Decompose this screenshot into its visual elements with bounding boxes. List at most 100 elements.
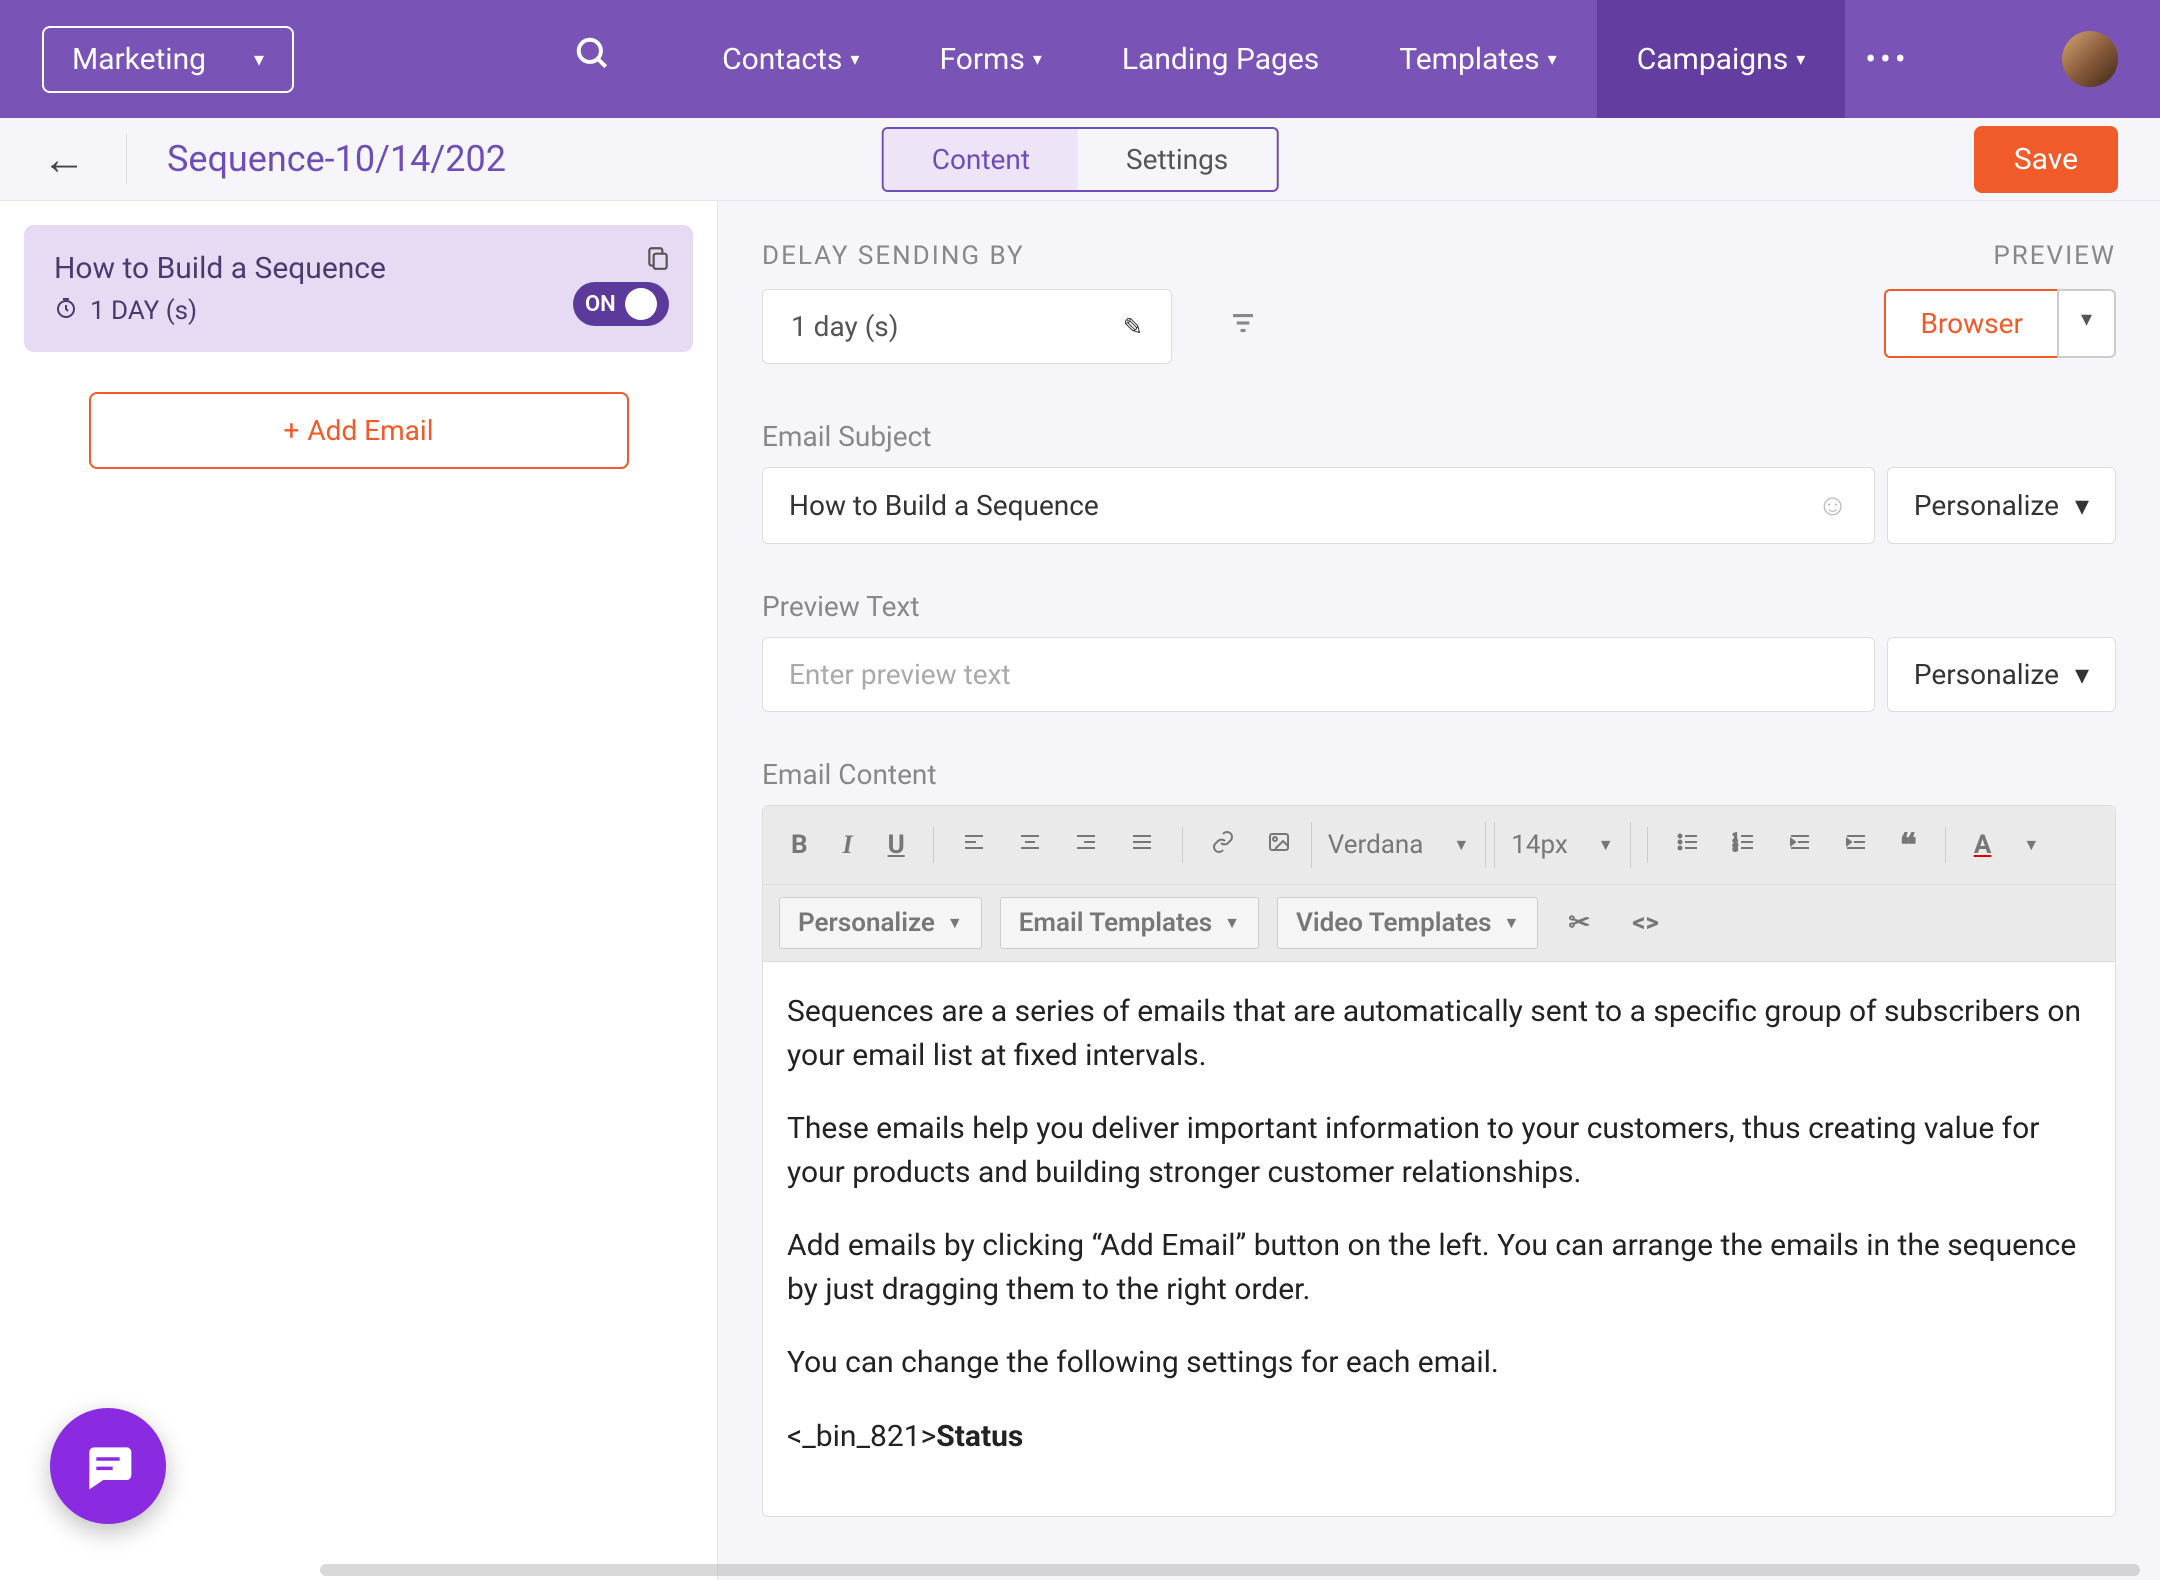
text-color-button[interactable]: A <box>1962 822 2003 868</box>
video-templates-dropdown[interactable]: Video Templates▼ <box>1277 897 1538 949</box>
clock-icon <box>54 296 78 326</box>
nav-templates[interactable]: Templates▾ <box>1359 0 1596 118</box>
align-left-button[interactable] <box>950 822 998 869</box>
paragraph: Sequences are a series of emails that ar… <box>787 990 2091 1077</box>
subject-input[interactable]: How to Build a Sequence ☺ <box>762 467 1875 544</box>
back-arrow-icon[interactable]: ← <box>42 134 127 184</box>
personalize-dropdown[interactable]: Personalize ▾ <box>1887 637 2116 712</box>
copy-icon[interactable] <box>645 243 671 280</box>
personalize-dropdown[interactable]: Personalize ▾ <box>1887 467 2116 544</box>
underline-button[interactable]: U <box>876 822 917 868</box>
email-list-sidebar: How to Build a Sequence 1 DAY (s) ON + A… <box>0 201 718 1580</box>
ol-button[interactable]: 123 <box>1720 822 1768 869</box>
emoji-icon[interactable]: ☺ <box>1817 488 1848 523</box>
top-nav: Marketing ▾ Contacts▾ Forms▾ Landing Pag… <box>0 0 2160 118</box>
indent-button[interactable] <box>1832 822 1880 869</box>
content-label: Email Content <box>762 758 2116 791</box>
color-caret-icon[interactable]: ▼ <box>2011 827 2051 863</box>
caret-down-icon: ▼ <box>1224 913 1240 933</box>
add-email-button[interactable]: + Add Email <box>89 392 629 469</box>
workspace-label: Marketing <box>72 42 206 77</box>
tab-settings[interactable]: Settings <box>1078 129 1276 190</box>
subject-label: Email Subject <box>762 420 2116 453</box>
more-icon[interactable]: ••• <box>1865 40 1909 78</box>
code-view-button[interactable]: <> <box>1620 900 1671 946</box>
editor: B I U Verdana▼ 14px▼ 123 <box>762 805 2116 1517</box>
content-block: Email Content B I U Verdana▼ 14px▼ <box>762 758 2116 1517</box>
bold-button[interactable]: B <box>779 822 820 868</box>
font-select[interactable]: Verdana▼ <box>1311 822 1487 868</box>
preview-text-block: Preview Text Enter preview text Personal… <box>762 590 2116 712</box>
quote-button[interactable]: ❝ <box>1888 818 1929 872</box>
preview-block: PREVIEW Browser ▾ <box>1884 241 2116 358</box>
nav-forms[interactable]: Forms▾ <box>899 0 1081 118</box>
link-button[interactable] <box>1199 822 1247 869</box>
italic-button[interactable]: I <box>828 822 868 868</box>
nav-contacts[interactable]: Contacts▾ <box>682 0 899 118</box>
email-templates-dropdown[interactable]: Email Templates▼ <box>1000 897 1259 949</box>
scrollbar[interactable] <box>320 1564 2140 1576</box>
sub-header: ← Sequence-10/14/202 Content Settings Sa… <box>0 118 2160 200</box>
align-right-button[interactable] <box>1062 822 1110 869</box>
editor-body[interactable]: Sequences are a series of emails that ar… <box>763 962 2115 1516</box>
cut-button[interactable]: ✂ <box>1556 900 1602 946</box>
toggle-knob <box>625 288 657 320</box>
avatar[interactable] <box>2062 31 2118 87</box>
chat-icon <box>80 1438 136 1494</box>
size-select[interactable]: 14px▼ <box>1494 822 1630 868</box>
email-toggle[interactable]: ON <box>573 282 669 326</box>
outdent-button[interactable] <box>1776 822 1824 869</box>
chevron-down-icon: ▾ <box>254 47 264 71</box>
email-card-delay: 1 DAY (s) <box>54 296 663 326</box>
delay-block: DELAY SENDING BY 1 day (s) ✎ <box>762 241 1258 364</box>
caret-down-icon: ▼ <box>1453 835 1469 855</box>
tab-content[interactable]: Content <box>884 129 1078 190</box>
chat-fab[interactable] <box>50 1408 166 1524</box>
preview-label: PREVIEW <box>1884 241 2116 271</box>
caret-down-icon: ▼ <box>1504 913 1520 933</box>
plus-icon: + <box>284 414 300 447</box>
page-title: Sequence-10/14/202 <box>167 138 506 180</box>
delay-input[interactable]: 1 day (s) ✎ <box>762 289 1172 364</box>
delay-label: DELAY SENDING BY <box>762 241 1258 271</box>
chevron-down-icon: ▾ <box>850 49 859 70</box>
save-button[interactable]: Save <box>1974 126 2118 193</box>
tab-group: Content Settings <box>882 127 1279 192</box>
caret-down-icon: ▼ <box>1598 835 1614 855</box>
chevron-down-icon: ▾ <box>2081 307 2092 332</box>
filter-icon[interactable] <box>1228 308 1258 346</box>
nav-campaigns[interactable]: Campaigns▾ <box>1597 0 1846 118</box>
chevron-down-icon: ▾ <box>1033 49 1042 70</box>
pencil-icon[interactable]: ✎ <box>1123 313 1143 341</box>
chevron-down-icon: ▾ <box>2075 658 2089 691</box>
preview-text-input[interactable]: Enter preview text <box>762 637 1875 712</box>
caret-down-icon: ▼ <box>947 913 963 933</box>
paragraph: These emails help you deliver important … <box>787 1107 2091 1194</box>
paragraph: You can change the following settings fo… <box>787 1341 2091 1385</box>
chevron-down-icon: ▾ <box>2075 489 2089 522</box>
search-icon[interactable] <box>574 35 612 83</box>
chevron-down-icon: ▾ <box>1548 49 1557 70</box>
body: How to Build a Sequence 1 DAY (s) ON + A… <box>0 200 2160 1580</box>
align-justify-button[interactable] <box>1118 822 1166 869</box>
main-content: DELAY SENDING BY 1 day (s) ✎ PREVIEW Bro… <box>718 201 2160 1580</box>
email-card-title: How to Build a Sequence <box>54 251 663 286</box>
nav-items: Contacts▾ Forms▾ Landing Pages Templates… <box>682 0 1910 118</box>
email-card[interactable]: How to Build a Sequence 1 DAY (s) ON <box>24 225 693 352</box>
editor-toolbar: B I U Verdana▼ 14px▼ 123 <box>763 806 2115 885</box>
subject-block: Email Subject How to Build a Sequence ☺ … <box>762 420 2116 544</box>
toggle-label: ON <box>585 292 616 317</box>
heading: Status <box>936 1419 1023 1454</box>
paragraph: Add emails by clicking “Add Email” butto… <box>787 1224 2091 1311</box>
workspace-dropdown[interactable]: Marketing ▾ <box>42 26 294 93</box>
align-center-button[interactable] <box>1006 822 1054 869</box>
personalize-editor-dropdown[interactable]: Personalize▼ <box>779 897 982 949</box>
chevron-down-icon: ▾ <box>1796 49 1805 70</box>
nav-landing-pages[interactable]: Landing Pages <box>1082 0 1359 118</box>
image-button[interactable] <box>1255 822 1303 869</box>
editor-toolbar-row2: Personalize▼ Email Templates▼ Video Temp… <box>763 885 2115 962</box>
preview-dropdown[interactable]: ▾ <box>2057 289 2116 358</box>
svg-text:3: 3 <box>1733 844 1738 853</box>
ul-button[interactable] <box>1664 822 1712 869</box>
preview-browser-button[interactable]: Browser <box>1884 289 2056 358</box>
